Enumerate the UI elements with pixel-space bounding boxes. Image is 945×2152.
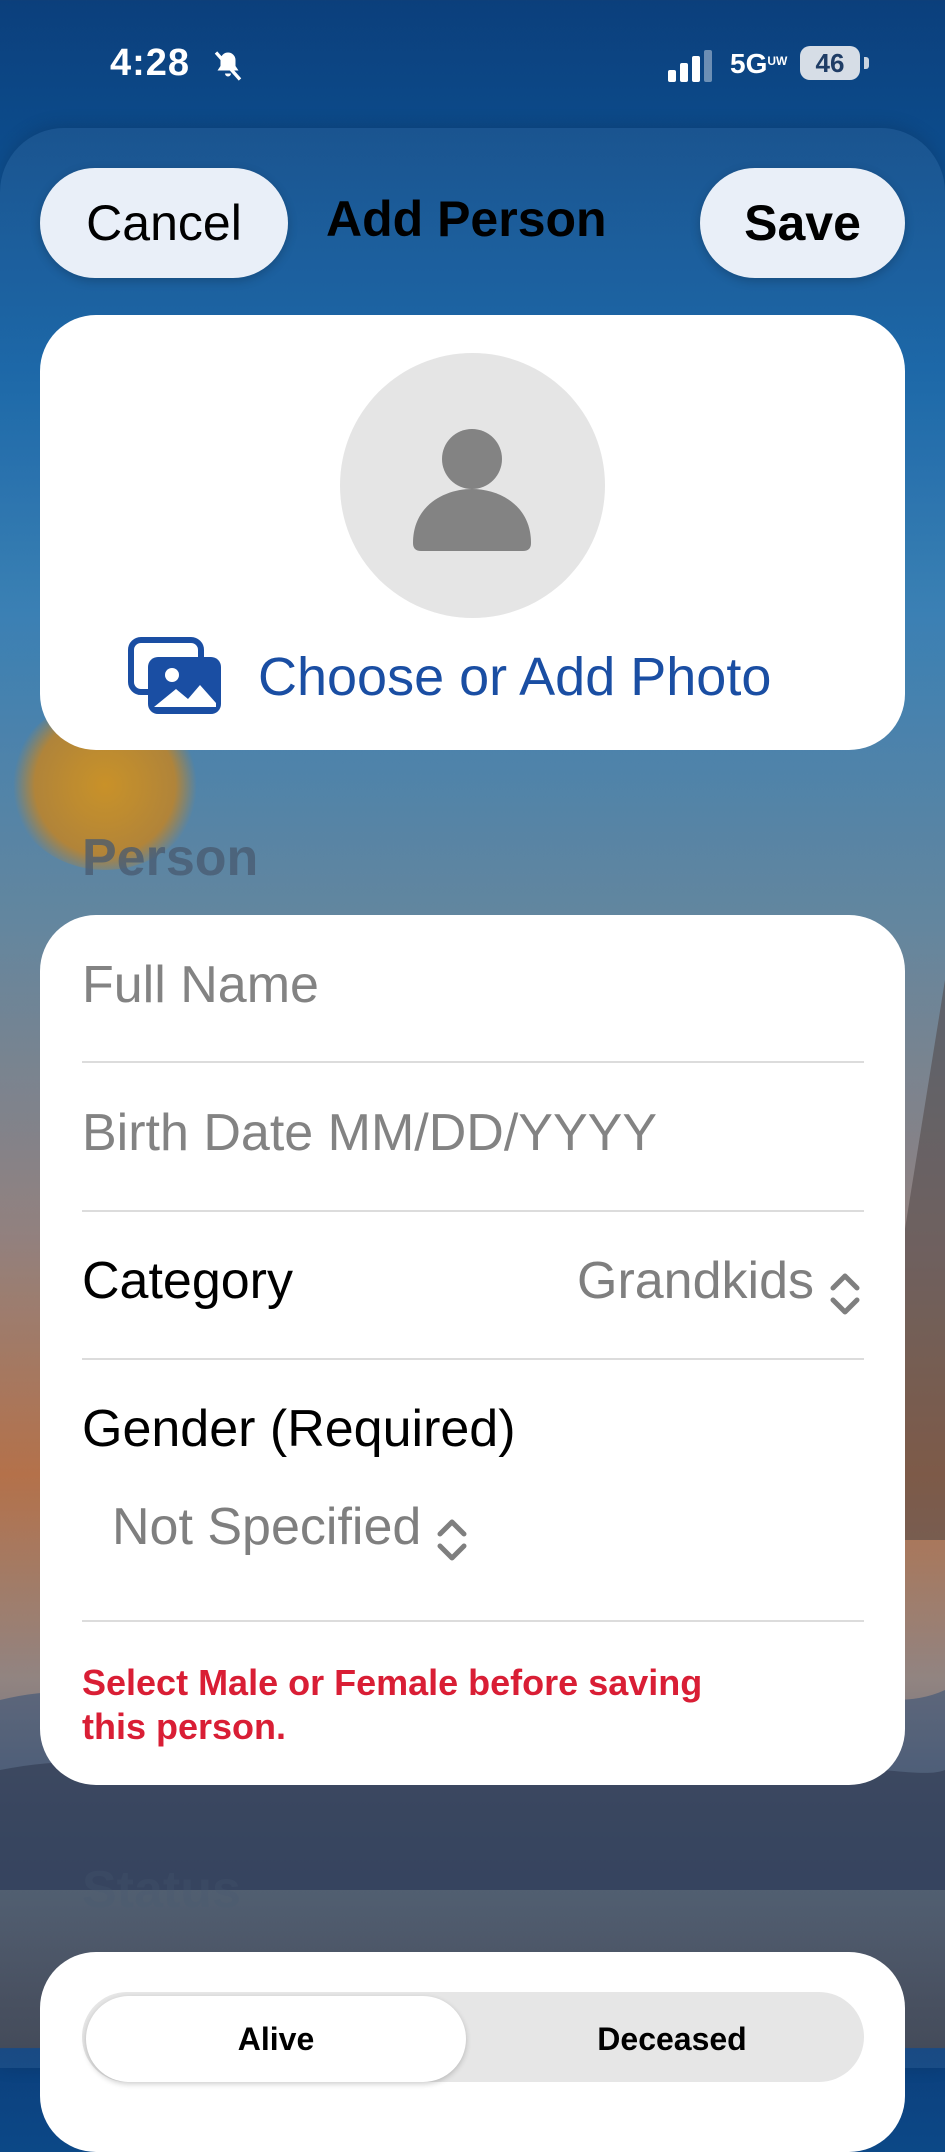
gender-error-message: Select Male or Female before saving this… (82, 1661, 862, 1749)
person-placeholder-icon (413, 429, 531, 551)
status-bar: 4:28 5GUW 46 (0, 0, 945, 128)
chevron-up-down-icon (830, 1273, 860, 1315)
full-name-placeholder: Full Name (82, 956, 319, 1014)
segment-deceased[interactable]: Deceased (482, 1996, 862, 2082)
divider (82, 1210, 864, 1212)
status-segmented-control: Alive Deceased (82, 1992, 864, 2082)
error-line: this person. (82, 1706, 287, 1747)
divider (82, 1061, 864, 1063)
network-type: 5GUW (730, 48, 788, 79)
divider (82, 1358, 864, 1360)
category-row: Category Grandkids (82, 1251, 862, 1321)
category-picker[interactable]: Grandkids (577, 1251, 862, 1320)
battery-tip (864, 57, 869, 69)
section-header-person: Person (82, 829, 259, 887)
cellular-signal-icon (668, 50, 712, 82)
segment-alive[interactable]: Alive (86, 1996, 466, 2082)
cancel-button[interactable]: Cancel (40, 168, 288, 278)
person-form-card: Full Name Birth Date MM/DD/YYYY Category… (40, 915, 905, 1785)
gender-picker[interactable]: Not Specified (112, 1497, 892, 1566)
category-value: Grandkids (577, 1252, 814, 1310)
birth-date-field[interactable]: Birth Date MM/DD/YYYY (82, 1103, 862, 1163)
nav-bar: Cancel Add Person Save (0, 168, 945, 280)
photo-gallery-icon (128, 637, 221, 714)
avatar[interactable] (340, 353, 605, 618)
status-card: Alive Deceased (40, 1952, 905, 2152)
save-button[interactable]: Save (700, 168, 905, 278)
chevron-up-down-icon (437, 1519, 467, 1561)
birth-date-placeholder: Birth Date MM/DD/YYYY (82, 1104, 658, 1162)
error-line: Select Male or Female before saving (82, 1662, 703, 1703)
battery-icon: 46 (800, 46, 860, 80)
page-title: Add Person (326, 191, 607, 247)
gender-label: Gender (Required) (82, 1400, 516, 1458)
gender-value: Not Specified (112, 1498, 422, 1556)
section-header-status: Status (82, 1861, 241, 1919)
choose-photo-button[interactable]: Choose or Add Photo (128, 637, 771, 717)
full-name-field[interactable]: Full Name (82, 955, 862, 1015)
category-label: Category (82, 1252, 293, 1310)
status-time: 4:28 (110, 42, 191, 84)
choose-photo-label: Choose or Add Photo (258, 647, 772, 707)
bell-muted-icon (214, 51, 242, 81)
gender-row: Gender (Required) (82, 1399, 862, 1459)
photo-card: Choose or Add Photo (40, 315, 905, 750)
divider (82, 1620, 864, 1622)
